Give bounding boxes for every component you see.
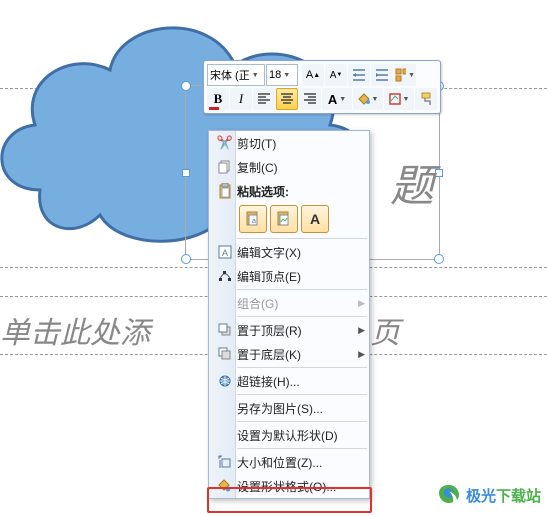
title-placeholder-text[interactable]: 题 <box>390 150 434 214</box>
font-size-combo[interactable]: 18▼ <box>266 64 298 86</box>
quick-styles-button[interactable]: ▼ <box>394 64 416 86</box>
menu-separator <box>237 316 367 317</box>
bring-front-icon <box>213 320 237 340</box>
clipboard-icon <box>213 181 237 201</box>
shape-outline-button[interactable]: ▼ <box>384 88 414 110</box>
menu-paste-options-label: 粘贴选项: <box>209 179 369 203</box>
menu-separator <box>237 448 367 449</box>
chevron-down-icon: ▼ <box>252 72 259 79</box>
font-name-value: 宋体 (正 <box>210 67 250 83</box>
context-menu: ✂️ 剪切(T) 复制(C) 粘贴选项: a A A 编辑文字(X) 编辑顶点(… <box>208 130 370 499</box>
menu-label: 另存为图片(S)... <box>237 400 351 417</box>
align-left-button[interactable] <box>253 88 275 110</box>
paste-use-destination-theme[interactable]: a <box>239 205 267 233</box>
svg-text:a: a <box>252 218 256 225</box>
svg-text:A: A <box>222 248 228 258</box>
paste-options-row: a A <box>209 203 369 237</box>
submenu-arrow-icon: ▶ <box>358 298 365 309</box>
menu-separator <box>237 421 367 422</box>
align-right-button[interactable] <box>299 88 321 110</box>
submenu-arrow-icon: ▶ <box>358 349 365 360</box>
font-size-value: 18 <box>269 69 281 81</box>
menu-copy[interactable]: 复制(C) <box>209 155 369 179</box>
submenu-arrow-icon: ▶ <box>358 325 365 336</box>
menu-hyperlink[interactable]: 超链接(H)... <box>209 369 369 393</box>
menu-size-position[interactable]: 大小和位置(Z)... <box>209 450 369 474</box>
chevron-down-icon: ▼ <box>372 96 379 103</box>
menu-label: 设置为默认形状(D) <box>237 427 351 444</box>
italic-button[interactable]: I <box>230 88 252 110</box>
grow-font-button[interactable]: A▲ <box>302 64 324 86</box>
mini-toolbar: 宋体 (正▼ 18▼ A▲ A▼ ▼ B I A▼ ▼ ▼ <box>203 60 441 114</box>
menu-format-shape[interactable]: 设置形状格式(O)... <box>209 474 369 498</box>
menu-label: 超链接(H)... <box>237 373 351 390</box>
size-position-icon <box>213 452 237 472</box>
menu-save-as-picture[interactable]: 另存为图片(S)... <box>209 396 369 420</box>
menu-label: 置于顶层(R) <box>237 322 351 339</box>
menu-label: 剪切(T) <box>237 135 351 152</box>
menu-label: 编辑顶点(E) <box>237 268 351 285</box>
align-center-button[interactable] <box>276 88 298 110</box>
group-icon <box>213 293 237 313</box>
save-icon <box>213 398 237 418</box>
send-back-icon <box>213 344 237 364</box>
increase-indent-button[interactable] <box>371 64 393 86</box>
menu-label: 粘贴选项: <box>237 183 351 200</box>
resize-handle[interactable] <box>435 169 443 177</box>
menu-label: 设置形状格式(O)... <box>237 478 351 495</box>
menu-set-default-shape[interactable]: 设置为默认形状(D) <box>209 423 369 447</box>
watermark: 极光下载站 <box>436 482 541 508</box>
menu-label: 置于底层(K) <box>237 346 351 363</box>
scissors-icon: ✂️ <box>213 133 237 153</box>
menu-label: 大小和位置(Z)... <box>237 454 351 471</box>
chevron-down-icon: ▼ <box>283 72 290 79</box>
edit-text-icon: A <box>213 242 237 262</box>
font-color-button[interactable]: A▼ <box>322 88 352 110</box>
shrink-font-button[interactable]: A▼ <box>325 64 347 86</box>
copy-icon <box>213 157 237 177</box>
menu-send-back[interactable]: 置于底层(K) ▶ <box>209 342 369 366</box>
menu-cut[interactable]: ✂️ 剪切(T) <box>209 131 369 155</box>
hyperlink-icon <box>213 371 237 391</box>
menu-label: 组合(G) <box>237 295 351 312</box>
format-shape-icon <box>213 476 237 496</box>
menu-edit-text[interactable]: A 编辑文字(X) <box>209 240 369 264</box>
chevron-down-icon: ▼ <box>408 72 415 79</box>
resize-handle[interactable] <box>434 254 444 264</box>
menu-label: 复制(C) <box>237 159 351 176</box>
subtitle-placeholder-tail[interactable]: 页 <box>370 308 400 352</box>
chevron-down-icon: ▼ <box>403 96 410 103</box>
menu-separator <box>237 289 367 290</box>
subtitle-placeholder-text[interactable]: 单击此处添 <box>0 308 150 352</box>
menu-label: 编辑文字(X) <box>237 244 351 261</box>
font-name-combo[interactable]: 宋体 (正▼ <box>207 64 265 86</box>
watermark-logo-icon <box>436 482 462 508</box>
shape-fill-button[interactable]: ▼ <box>353 88 383 110</box>
menu-edit-points[interactable]: 编辑顶点(E) <box>209 264 369 288</box>
decrease-indent-button[interactable] <box>348 64 370 86</box>
edit-points-icon <box>213 266 237 286</box>
chevron-down-icon: ▼ <box>339 96 346 103</box>
resize-handle[interactable] <box>181 254 191 264</box>
menu-bring-front[interactable]: 置于顶层(R) ▶ <box>209 318 369 342</box>
menu-separator <box>237 394 367 395</box>
menu-group: 组合(G) ▶ <box>209 291 369 315</box>
paste-keep-text-only[interactable]: A <box>301 205 329 233</box>
blank-icon <box>213 425 237 445</box>
watermark-text: 极光下载站 <box>466 485 541 506</box>
menu-separator <box>237 238 367 239</box>
menu-separator <box>237 367 367 368</box>
paste-picture[interactable] <box>270 205 298 233</box>
format-painter-button[interactable] <box>415 88 437 110</box>
